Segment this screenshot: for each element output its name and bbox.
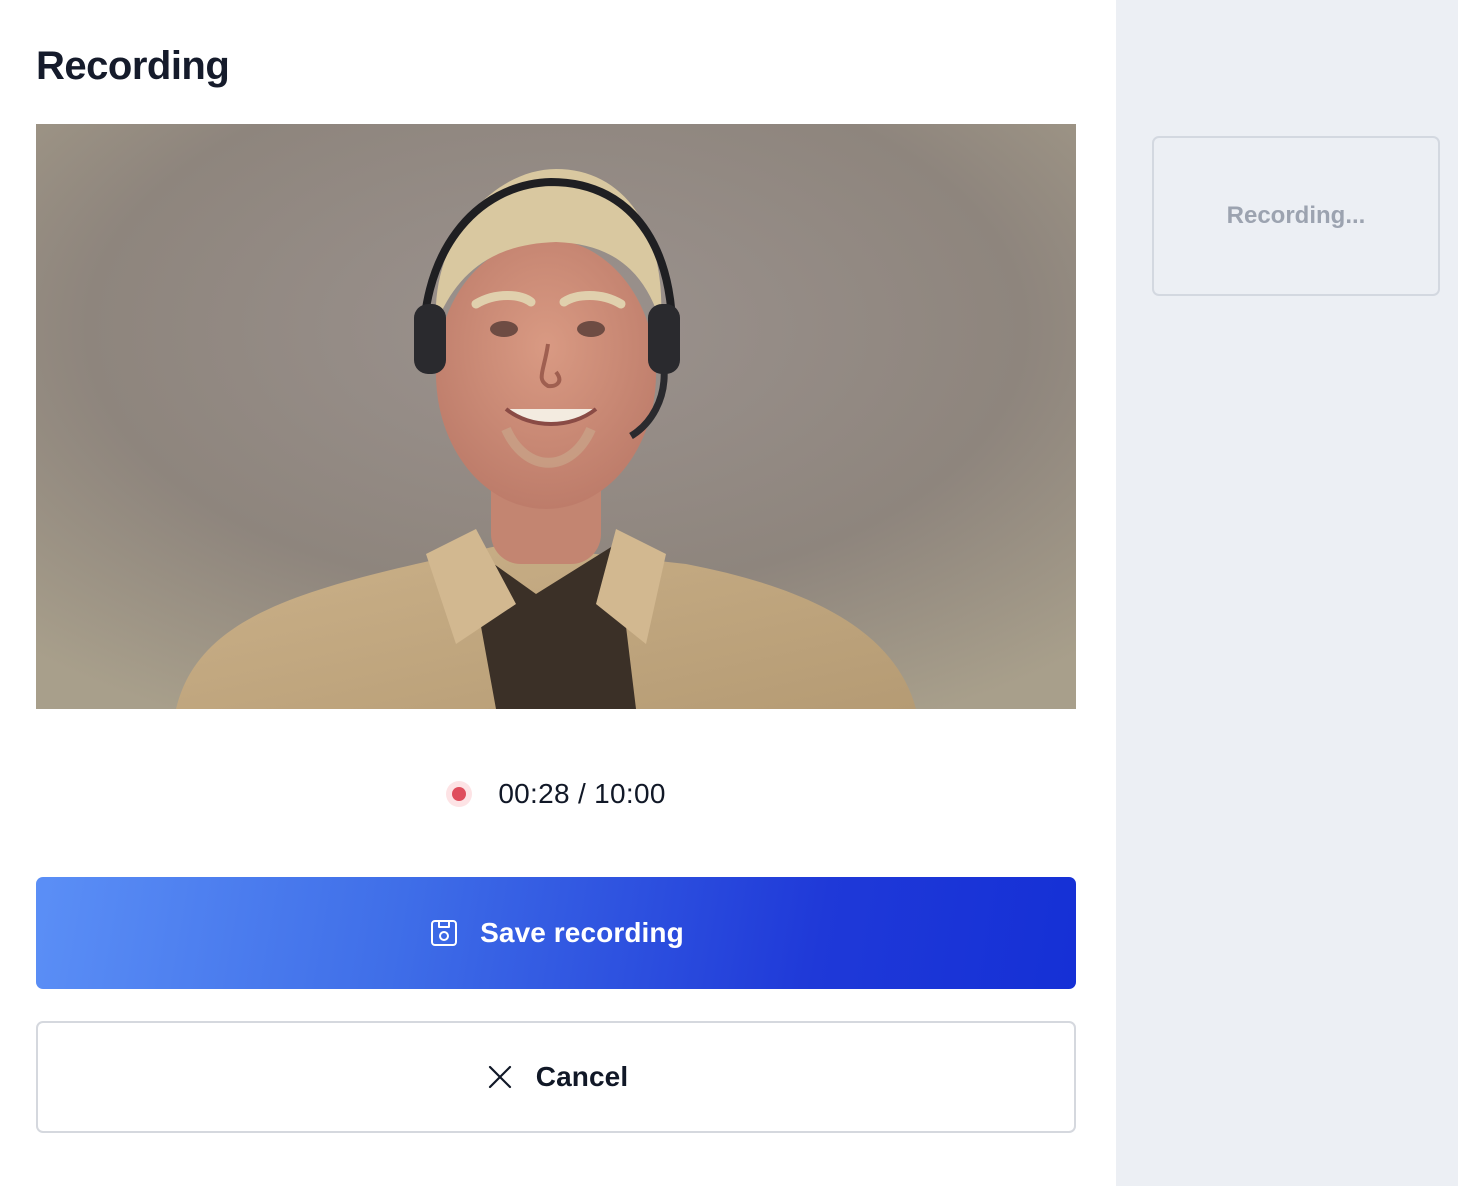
cancel-button[interactable]: Cancel <box>36 1021 1076 1133</box>
cancel-label: Cancel <box>535 1061 629 1092</box>
close-icon <box>484 1061 516 1093</box>
record-dot-icon <box>446 781 473 807</box>
save-recording-button[interactable]: Save recording <box>36 877 1076 989</box>
save-recording-label: Save recording <box>480 917 684 948</box>
main-panel: Recording 00:28 / 10:00 Save recording C… <box>0 0 1116 1186</box>
recording-status-label: Recording... <box>1226 202 1366 229</box>
webcam-preview-image <box>36 124 1076 709</box>
sidebar: Recording... <box>1116 0 1458 1186</box>
save-icon <box>428 917 460 949</box>
recording-screen: Recording 00:28 / 10:00 Save recording C… <box>0 0 1458 1186</box>
page-title: Recording <box>36 44 230 88</box>
timer-text: 00:28 / 10:00 <box>498 778 666 809</box>
recording-status-card: Recording... <box>1152 136 1440 296</box>
recording-timer: 00:28 / 10:00 <box>36 766 1076 822</box>
webcam-preview <box>36 124 1076 709</box>
